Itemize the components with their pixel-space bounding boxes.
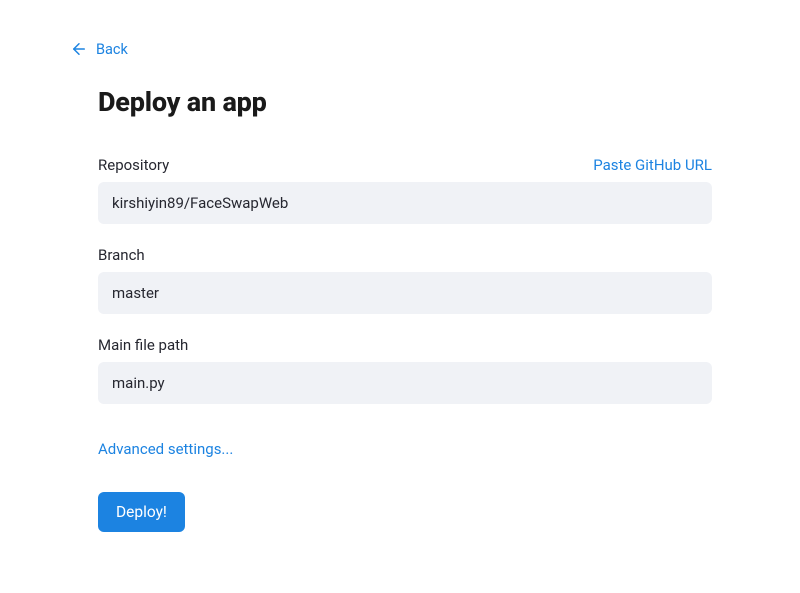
repository-label-row: Repository Paste GitHub URL (98, 156, 712, 174)
branch-label-row: Branch (98, 246, 712, 264)
back-link[interactable]: Back (70, 40, 128, 58)
repository-label: Repository (98, 156, 169, 174)
back-label: Back (96, 41, 128, 58)
repository-input[interactable] (98, 182, 712, 224)
arrow-left-icon (70, 40, 88, 58)
main-file-label: Main file path (98, 336, 188, 354)
main-file-input[interactable] (98, 362, 712, 404)
main-file-label-row: Main file path (98, 336, 712, 354)
branch-input[interactable] (98, 272, 712, 314)
paste-github-url-link[interactable]: Paste GitHub URL (593, 156, 712, 174)
branch-label: Branch (98, 246, 145, 264)
deploy-button[interactable]: Deploy! (98, 492, 185, 532)
page-title: Deploy an app (98, 86, 712, 118)
advanced-settings-link[interactable]: Advanced settings... (98, 440, 233, 458)
form-container: Deploy an app Repository Paste GitHub UR… (98, 86, 712, 532)
